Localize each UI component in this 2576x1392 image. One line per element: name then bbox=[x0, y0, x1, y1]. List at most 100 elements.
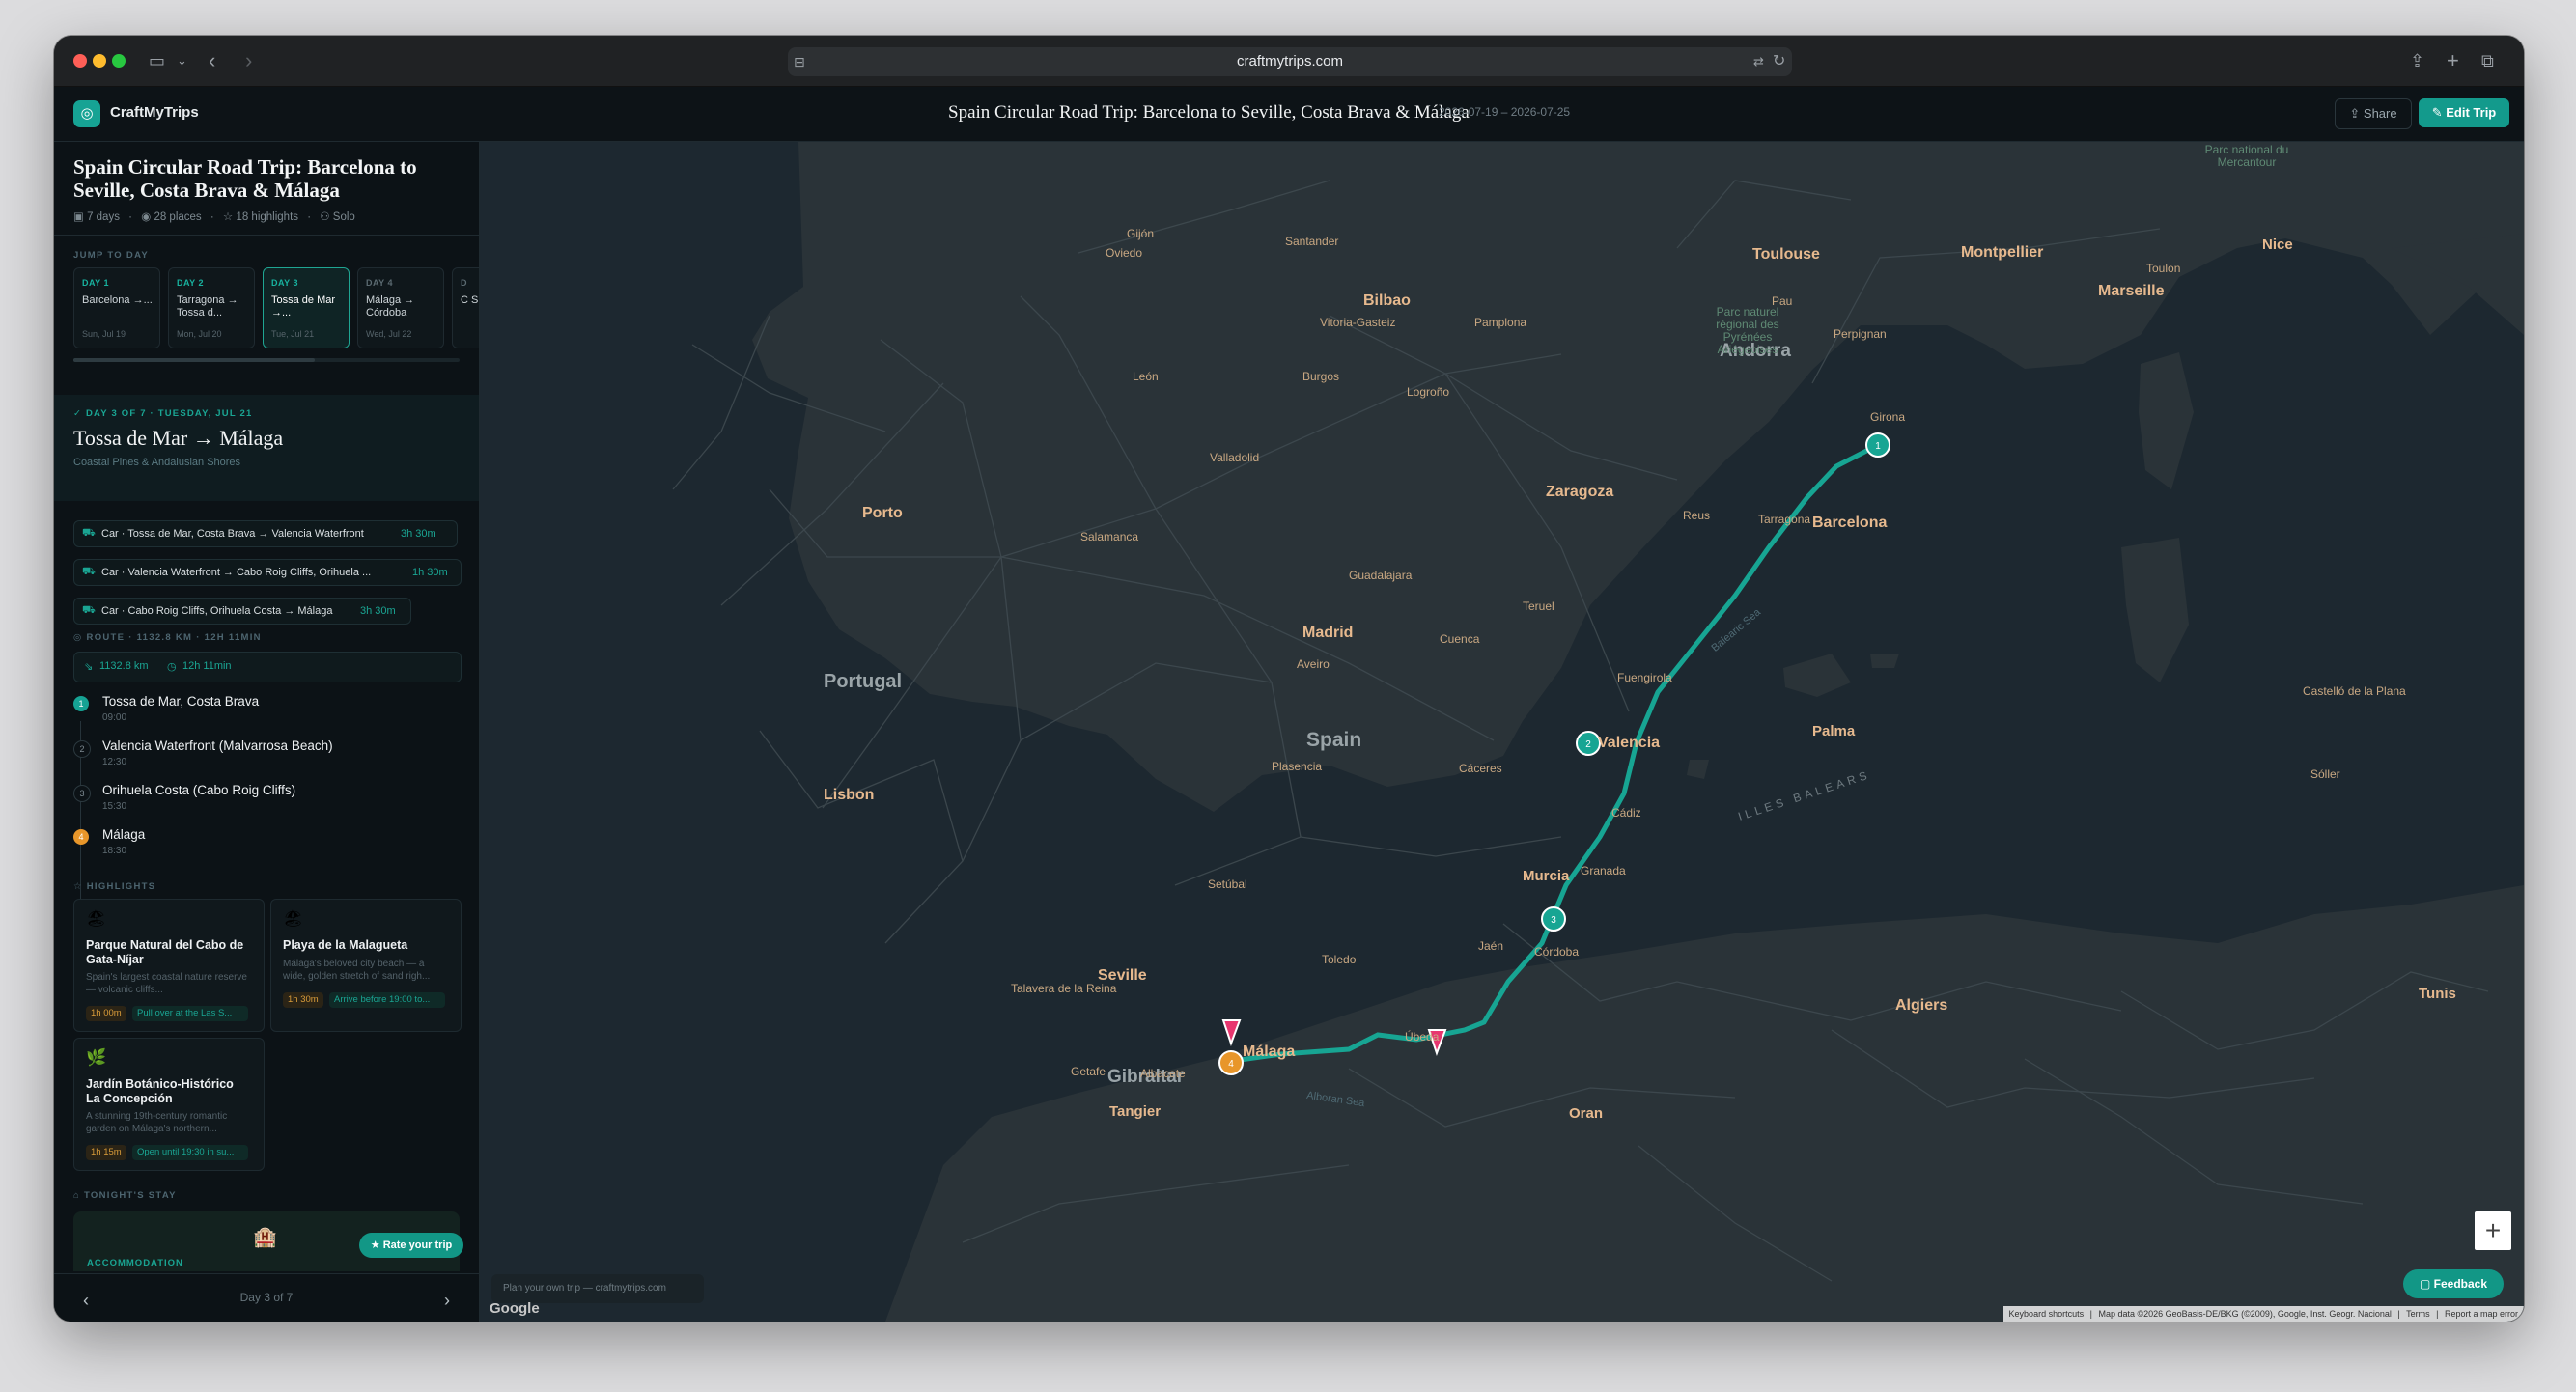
day-card-number: DAY 2 bbox=[177, 278, 205, 288]
tab-overview-icon[interactable]: ⧉ bbox=[2481, 48, 2494, 73]
city-label-small: Tarragona bbox=[1758, 513, 1811, 526]
plan-your-trip-banner[interactable]: Plan your own trip — craftmytrips.com bbox=[491, 1274, 704, 1303]
current-day-label-text: DAY 3 OF 7 · TUESDAY, JUL 21 bbox=[86, 408, 253, 419]
trip-meta: ▣ 7 days · ◉ 28 places · ☆ 18 highlights… bbox=[73, 211, 355, 223]
highlight-card-2[interactable]: 🏖 Playa de la Malagueta Málaga's beloved… bbox=[270, 899, 462, 1032]
city-label-small: Reus bbox=[1683, 509, 1711, 522]
new-tab-icon[interactable]: + bbox=[2447, 48, 2459, 73]
day-card-1[interactable]: DAY 1 Barcelona →... Sun, Jul 19 bbox=[73, 267, 160, 348]
day-card-number: DAY 3 bbox=[271, 278, 299, 288]
highlight-card-3[interactable]: 🌿 Jardín Botánico-Histórico La Concepció… bbox=[73, 1038, 265, 1171]
sidebar-toggle-icon[interactable]: ▭ bbox=[149, 48, 165, 73]
leg-text: Car · Valencia Waterfront → Cabo Roig Cl… bbox=[101, 567, 372, 578]
day-card-3[interactable]: DAY 3 Tossa de Mar →... Tue, Jul 21 bbox=[263, 267, 350, 348]
brand-name[interactable]: CraftMyTrips bbox=[110, 104, 199, 121]
chevron-down-icon[interactable]: ⌄ bbox=[177, 48, 187, 73]
city-label-tunis: Tunis bbox=[2419, 986, 2456, 1002]
svg-text:3: 3 bbox=[1551, 915, 1556, 926]
marker-1[interactable]: 1 bbox=[1865, 432, 1890, 458]
city-label-small: Aveiro bbox=[1297, 657, 1330, 671]
day-strip-scrollbar[interactable] bbox=[73, 358, 460, 362]
marker-2[interactable]: 2 bbox=[1576, 731, 1601, 756]
region-label-spain: Spain bbox=[1306, 729, 1362, 751]
hotel-icon: 🏨 bbox=[253, 1227, 277, 1248]
day-card-date: Sun, Jul 19 bbox=[82, 329, 126, 339]
current-day-title: Tossa de Mar → Málaga bbox=[73, 426, 284, 450]
google-logo[interactable]: Google bbox=[490, 1300, 540, 1317]
highlight-description: Málaga's beloved city beach — a wide, go… bbox=[283, 959, 431, 982]
city-label-lisbon: Lisbon bbox=[824, 787, 875, 803]
stop-time: 12:30 bbox=[102, 757, 127, 767]
zoom-in-button[interactable]: + bbox=[2475, 1211, 2511, 1250]
city-label-malaga: Málaga bbox=[1243, 1044, 1296, 1060]
leg-3[interactable]: ⛟ Car · Cabo Roig Cliffs, Orihuela Costa… bbox=[73, 598, 411, 625]
reload-icon[interactable]: ↻ bbox=[1773, 49, 1785, 74]
accommodation-label: ACCOMMODATION bbox=[87, 1258, 183, 1268]
city-label-small: Santander bbox=[1285, 235, 1339, 248]
route-label: ◎ ROUTE · 1132.8 KM · 12H 11MIN bbox=[73, 632, 262, 643]
rate-trip-label: Rate your trip bbox=[382, 1239, 453, 1251]
park-label-mercantour: Parc national du Mercantour bbox=[2204, 143, 2289, 169]
edit-trip-button[interactable]: ✎ Edit Trip bbox=[2419, 98, 2509, 127]
city-label-zaragoza: Zaragoza bbox=[1546, 484, 1614, 500]
city-label-barcelona: Barcelona bbox=[1812, 515, 1888, 531]
rate-trip-button[interactable]: ★ Rate your trip bbox=[359, 1233, 463, 1258]
tonights-stay-label: ⌂ TONIGHT'S STAY bbox=[73, 1190, 177, 1201]
terms-link[interactable]: Terms bbox=[2406, 1309, 2430, 1319]
highlight-name: Parque Natural del Cabo de Gata-Níjar bbox=[86, 938, 244, 966]
share-label: Share bbox=[2363, 106, 2397, 121]
marker-4[interactable]: 4 bbox=[1218, 1050, 1244, 1075]
header-trip-dates: 2026-07-19 – 2026-07-25 bbox=[1439, 105, 1571, 119]
day-counter: Day 3 of 7 bbox=[239, 1291, 294, 1304]
highlight-card-1[interactable]: 🏖 Parque Natural del Cabo de Gata-Níjar … bbox=[73, 899, 265, 1032]
city-label-montpellier: Montpellier bbox=[1961, 244, 2044, 261]
pencil-icon: ✎ bbox=[2431, 105, 2447, 120]
leg-2[interactable]: ⛟ Car · Valencia Waterfront → Cabo Roig … bbox=[73, 559, 462, 586]
zoom-window-button[interactable] bbox=[112, 54, 126, 68]
marker-3[interactable]: 3 bbox=[1541, 906, 1566, 932]
share-button[interactable]: ⇪ Share bbox=[2335, 98, 2412, 129]
highlight-duration: 1h 00m bbox=[86, 1006, 126, 1021]
leg-text: Car · Cabo Roig Cliffs, Orihuela Costa →… bbox=[101, 605, 333, 617]
day-card-name: C S bbox=[461, 294, 479, 306]
stop-number: 1 bbox=[73, 696, 89, 711]
city-label-small: Toulon bbox=[2146, 262, 2181, 275]
city-label-small: Toledo bbox=[1322, 953, 1357, 966]
stop-name: Málaga bbox=[102, 827, 146, 842]
back-arrow-icon[interactable]: ‹ bbox=[209, 48, 215, 73]
address-bar[interactable]: ⊟ craftmytrips.com ⇄ ↻ bbox=[788, 47, 1792, 76]
people-icon: ⚇ bbox=[320, 211, 333, 223]
highlight-name: Jardín Botánico-Histórico La Concepción bbox=[86, 1077, 234, 1105]
chat-icon: ▢ bbox=[2419, 1277, 2434, 1291]
stop-time: 09:00 bbox=[102, 712, 127, 723]
day-card-number: DAY 4 bbox=[366, 278, 394, 288]
share-icon[interactable]: ⇪ bbox=[2410, 48, 2424, 73]
translate-icon[interactable]: ⇄ bbox=[1753, 49, 1764, 74]
stop-number: 4 bbox=[73, 829, 89, 845]
city-label-small: Jaén bbox=[1478, 939, 1504, 953]
keyboard-shortcuts-link[interactable]: Keyboard shortcuts bbox=[2009, 1309, 2085, 1319]
forward-arrow-icon[interactable]: › bbox=[245, 48, 252, 73]
day-card-5[interactable]: D C S bbox=[452, 267, 479, 348]
report-map-error-link[interactable]: Report a map error bbox=[2445, 1309, 2518, 1319]
stop-time: 18:30 bbox=[102, 846, 127, 856]
close-window-button[interactable] bbox=[73, 54, 87, 68]
city-label-algiers: Algiers bbox=[1895, 997, 1948, 1014]
stop-name: Tossa de Mar, Costa Brava bbox=[102, 694, 260, 709]
logo-icon[interactable]: ◎ bbox=[73, 100, 100, 127]
feedback-button[interactable]: ▢ Feedback bbox=[2403, 1269, 2504, 1298]
route-icon: ◎ bbox=[73, 632, 87, 643]
trip-mode: Solo bbox=[332, 211, 355, 223]
day-card-2[interactable]: DAY 2 Tarragona → Tossa d... Mon, Jul 20 bbox=[168, 267, 255, 348]
minimize-window-button[interactable] bbox=[93, 54, 106, 68]
current-day-section: ✓ DAY 3 OF 7 · TUESDAY, JUL 21 Tossa de … bbox=[54, 395, 479, 501]
edit-trip-label: Edit Trip bbox=[2446, 105, 2497, 120]
map-view[interactable]: 1 2 3 4 Andorra Portugal Spain Gibraltar… bbox=[480, 142, 2524, 1322]
city-label-small: Girona bbox=[1870, 410, 1906, 424]
day-card-4[interactable]: DAY 4 Málaga → Córdoba Wed, Jul 22 bbox=[357, 267, 444, 348]
leg-1[interactable]: ⛟ Car · Tossa de Mar, Costa Brava → Vale… bbox=[73, 520, 458, 547]
city-label-small: Fuengirola bbox=[1617, 671, 1672, 684]
highlight-name: Playa de la Malagueta bbox=[283, 938, 408, 952]
highlight-tip: Pull over at the Las S... bbox=[132, 1006, 248, 1021]
next-day-button[interactable]: › bbox=[434, 1288, 460, 1313]
